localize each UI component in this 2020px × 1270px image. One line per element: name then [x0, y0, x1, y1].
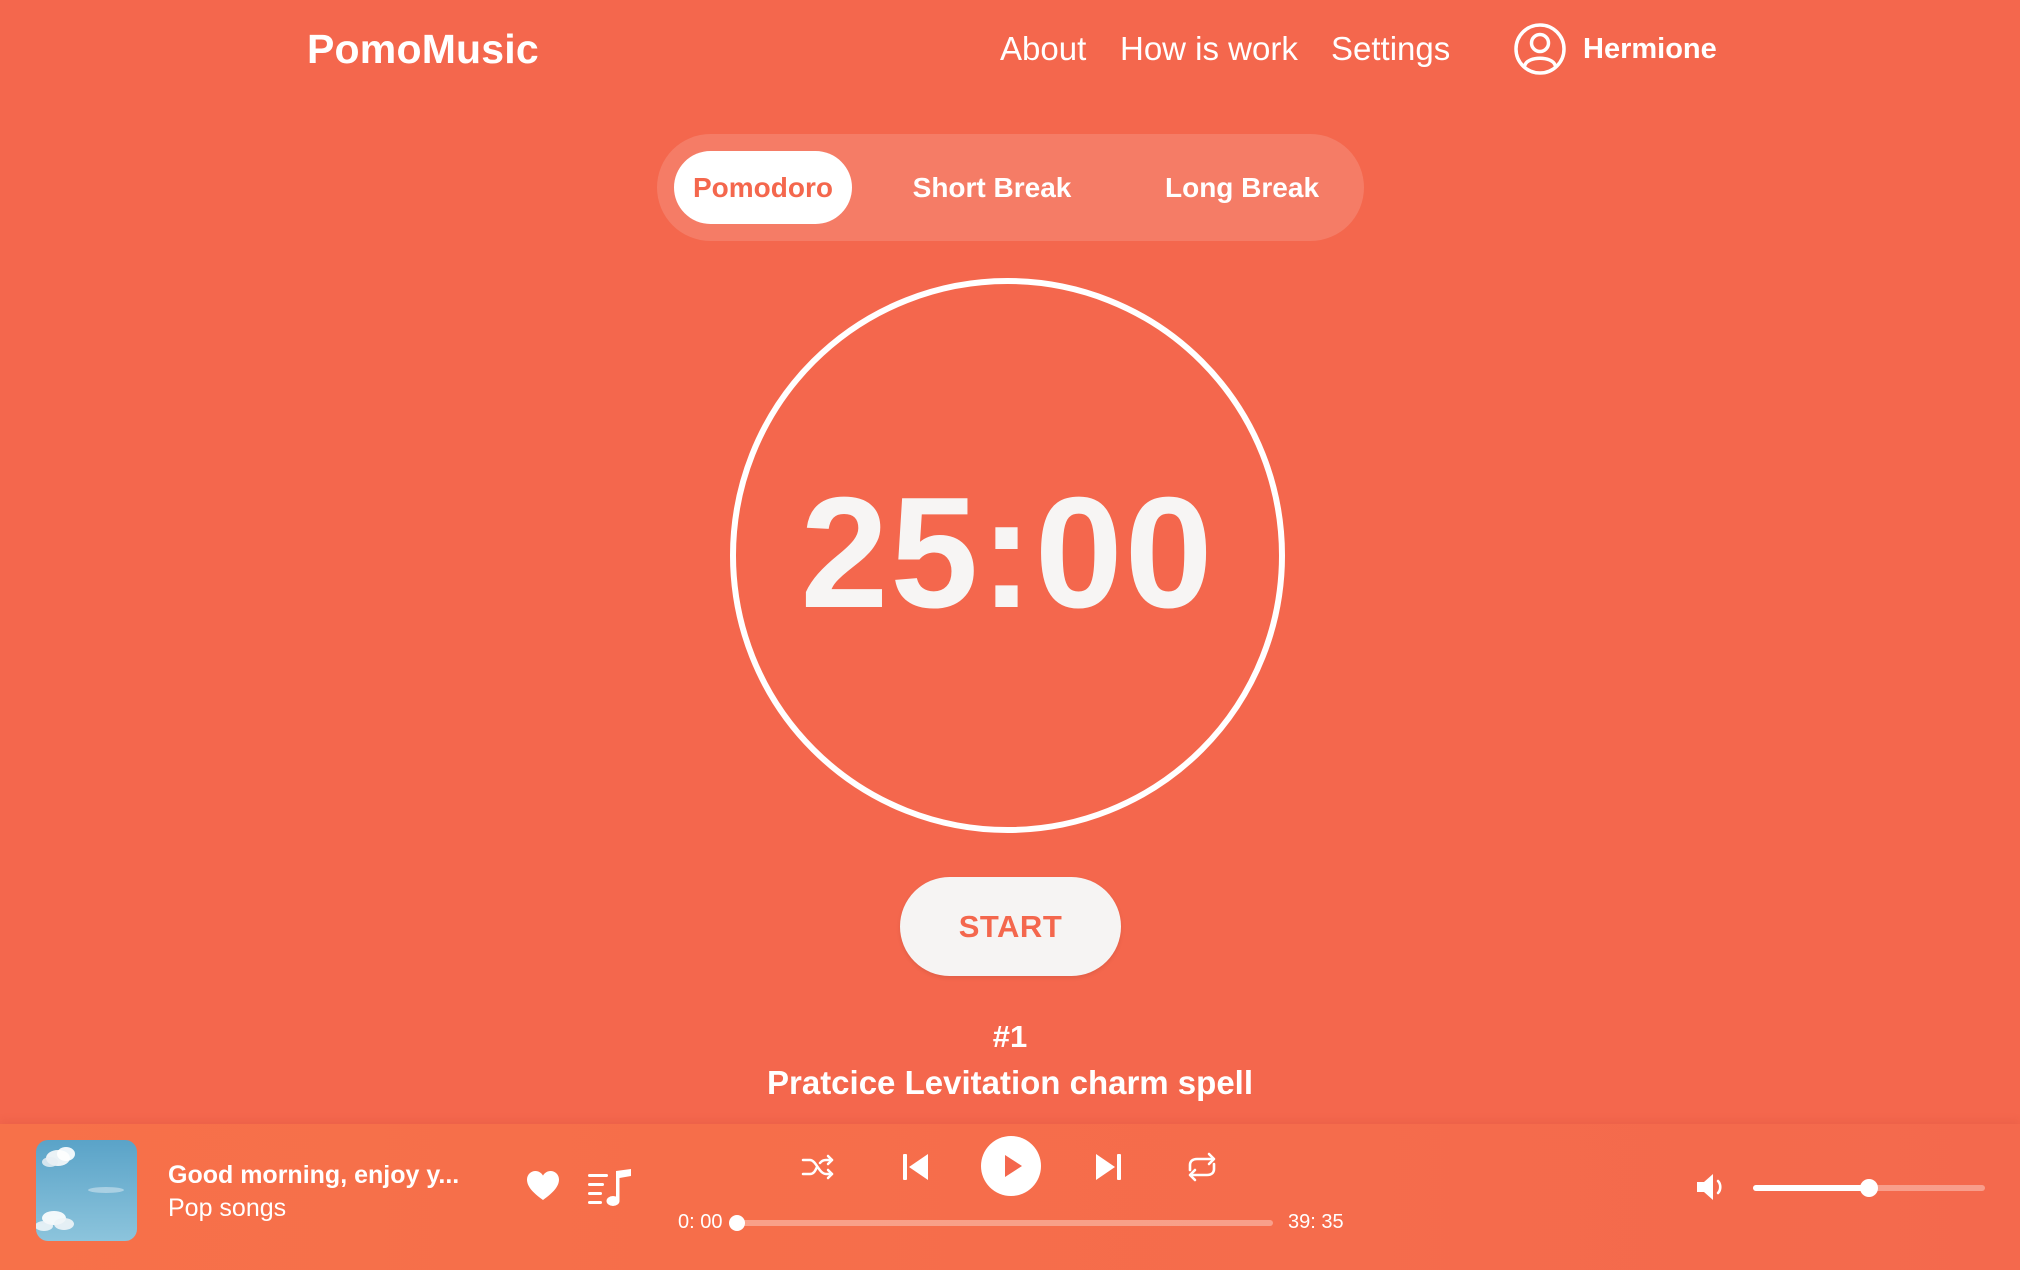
app-logo[interactable]: PomoMusic — [307, 26, 539, 73]
playlist-icon[interactable] — [587, 1168, 633, 1208]
skip-next-icon[interactable] — [1092, 1150, 1124, 1184]
heart-icon[interactable] — [526, 1170, 560, 1202]
start-button[interactable]: START — [900, 877, 1121, 976]
shuffle-icon[interactable] — [801, 1153, 835, 1181]
music-player-bar: Good morning, enjoy y... Pop songs 0: 00… — [0, 1124, 2020, 1270]
track-title: Good morning, enjoy y... — [168, 1161, 460, 1189]
mode-tabs: Pomodoro Short Break Long Break — [657, 134, 1364, 241]
play-icon[interactable] — [980, 1135, 1042, 1197]
nav-how-it-works-link[interactable]: How is work — [1120, 30, 1298, 68]
nav-about-link[interactable]: About — [1000, 30, 1086, 68]
time-total: 39: 35 — [1288, 1211, 1344, 1233]
album-art[interactable] — [36, 1140, 137, 1241]
timer-display: 25:00 — [800, 465, 1215, 641]
nav-settings-link[interactable]: Settings — [1331, 30, 1450, 68]
volume-icon[interactable] — [1695, 1171, 1729, 1203]
playlist-name: Pop songs — [168, 1194, 287, 1222]
sky-clouds-image — [36, 1140, 137, 1241]
time-elapsed: 0: 00 — [678, 1211, 723, 1233]
task-title: Pratcice Levitation charm spell — [766, 1064, 1254, 1101]
volume-slider[interactable] — [1753, 1179, 1985, 1197]
progress-knob[interactable] — [729, 1215, 745, 1231]
task-number: #1 — [992, 1019, 1028, 1054]
timer-ring: 25:00 — [730, 278, 1285, 833]
user-name: Hermione — [1583, 32, 1717, 65]
volume-fill — [1753, 1185, 1869, 1191]
user-menu[interactable]: Hermione — [1513, 22, 1717, 76]
repeat-icon[interactable] — [1184, 1150, 1220, 1184]
tab-short-break[interactable]: Short Break — [892, 151, 1092, 224]
tab-long-break[interactable]: Long Break — [1137, 151, 1347, 224]
volume-knob[interactable] — [1860, 1179, 1878, 1197]
user-circle-icon — [1514, 23, 1566, 75]
tab-pomodoro[interactable]: Pomodoro — [674, 151, 852, 224]
progress-slider[interactable] — [729, 1215, 1273, 1231]
skip-previous-icon[interactable] — [900, 1150, 932, 1184]
